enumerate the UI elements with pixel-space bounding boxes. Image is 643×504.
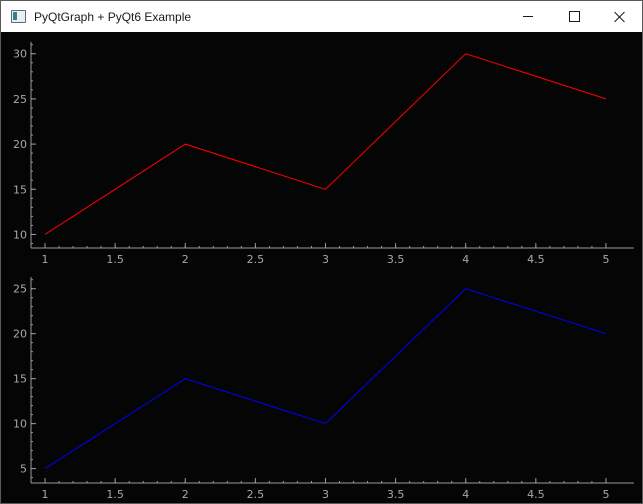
- x-tick-label: 4.5: [527, 253, 545, 266]
- title-bar[interactable]: PyQtGraph + PyQt6 Example: [1, 1, 642, 32]
- x-tick-label: 1: [42, 253, 49, 266]
- series-line: [44, 288, 607, 470]
- x-tick-label: 2.5: [247, 488, 265, 501]
- y-tick-label: 30: [13, 48, 27, 61]
- minimize-icon: [523, 16, 533, 17]
- app-window-icon: [11, 10, 26, 23]
- x-tick-label: 3: [322, 488, 329, 501]
- bottom-plot: 1 1.5 2 2.5 3 3.5 4 4.5 5 5 10 15 20 25: [13, 277, 634, 501]
- y-tick-label: 10: [13, 228, 27, 241]
- x-tick-label: 3.5: [387, 253, 405, 266]
- minimize-button[interactable]: [505, 1, 551, 32]
- y-tick-label: 25: [13, 93, 27, 106]
- y-tick-label: 15: [13, 183, 27, 196]
- maximize-button[interactable]: [551, 1, 597, 32]
- x-tick-label: 5: [602, 253, 609, 266]
- y-tick-label: 25: [13, 283, 27, 296]
- x-tick-label: 2: [182, 488, 189, 501]
- x-tick-label: 2.5: [247, 253, 265, 266]
- x-tick-label: 5: [602, 488, 609, 501]
- x-tick-label: 1.5: [106, 488, 124, 501]
- series-line: [44, 53, 607, 235]
- x-tick-label: 2: [182, 253, 189, 266]
- close-icon: [614, 11, 626, 23]
- close-button[interactable]: [597, 1, 642, 32]
- x-tick-label: 3.5: [387, 488, 405, 501]
- y-tick-label: 10: [13, 418, 27, 431]
- y-tick-label: 20: [13, 138, 27, 151]
- y-tick-label: 20: [13, 328, 27, 341]
- x-tick-label: 3: [322, 253, 329, 266]
- plots-canvas: 1 1.5 2 2.5 3 3.5 4 4.5 5 10 15 20 25 30 1 1.5 2 2.5 3 3.5 4…: [13, 42, 634, 501]
- window-title: PyQtGraph + PyQt6 Example: [34, 9, 192, 24]
- x-tick-label: 4: [462, 488, 469, 501]
- x-tick-label: 1: [42, 488, 49, 501]
- y-tick-label: 5: [20, 463, 27, 476]
- x-tick-label: 1.5: [106, 253, 124, 266]
- x-tick-label: 4.5: [527, 488, 545, 501]
- app-window: PyQtGraph + PyQt6 Example 1 1.5 2 2.5 3 3.5 4 4…: [0, 0, 643, 504]
- plot-area: 1 1.5 2 2.5 3 3.5 4 4.5 5 10 15 20 25 30 1 1.5 2 2.5 3 3.5 4…: [1, 32, 642, 503]
- y-tick-label: 15: [13, 373, 27, 386]
- x-tick-label: 4: [462, 253, 469, 266]
- top-plot: 1 1.5 2 2.5 3 3.5 4 4.5 5 10 15 20 25 30: [13, 42, 634, 266]
- maximize-icon: [568, 11, 580, 22]
